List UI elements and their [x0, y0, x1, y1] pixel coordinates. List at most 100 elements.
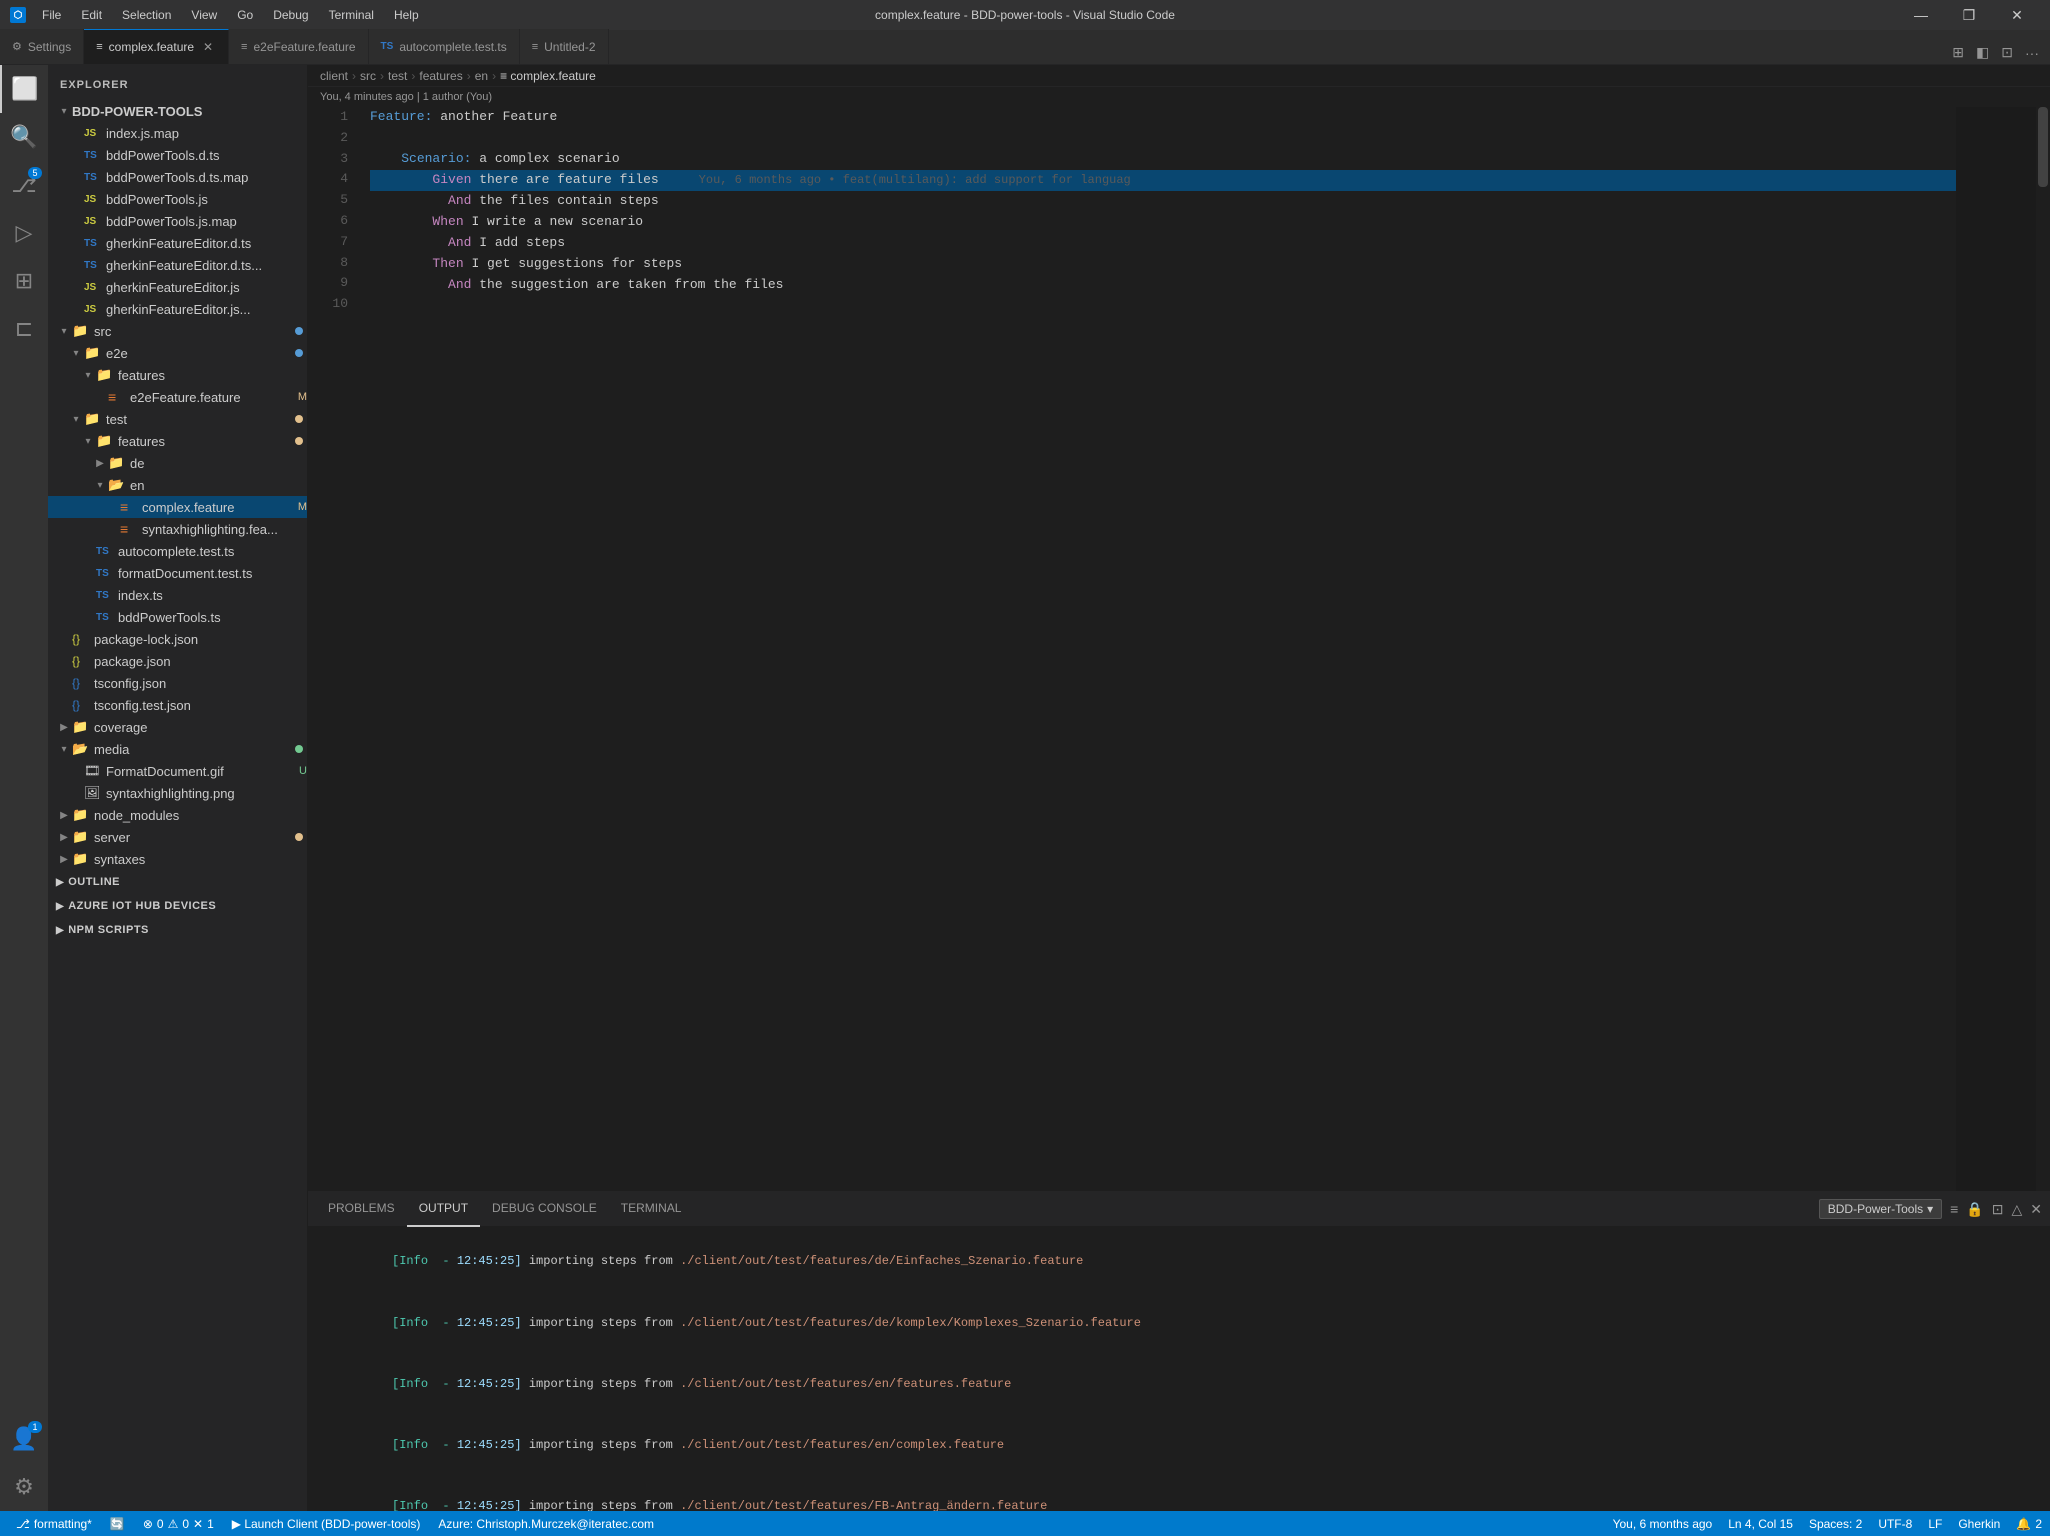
breadcrumb-test[interactable]: test — [388, 69, 407, 83]
panel-tab-problems[interactable]: PROBLEMS — [316, 1192, 407, 1227]
sidebar-content[interactable]: ▾ BDD-POWER-TOOLS JS index.js.map TS bdd… — [48, 100, 307, 1511]
customize-layout-icon[interactable]: ⊡ — [1998, 41, 2016, 64]
maximize-button[interactable]: ❐ — [1946, 0, 1992, 30]
sidebar-item-syntaxes[interactable]: ▶ 📁 syntaxes — [48, 848, 307, 870]
status-errors[interactable]: ⊗ 0 ⚠ 0 ✕ 1 — [135, 1511, 222, 1536]
sidebar-item-de[interactable]: ▶ 📁 de — [48, 452, 307, 474]
list-item[interactable]: JS gherkinFeatureEditor.js — [48, 276, 307, 298]
sidebar-item-test[interactable]: ▾ 📁 test — [48, 408, 307, 430]
activity-remote[interactable]: ⊏ — [0, 305, 48, 353]
panel-tab-terminal[interactable]: TERMINAL — [609, 1192, 694, 1227]
close-panel-icon[interactable]: ✕ — [2030, 1201, 2042, 1218]
sidebar-item-coverage[interactable]: ▶ 📁 coverage — [48, 716, 307, 738]
sidebar-item-package-lock[interactable]: {} package-lock.json — [48, 628, 307, 650]
sidebar-item-tsconfig-test[interactable]: {} tsconfig.test.json — [48, 694, 307, 716]
breadcrumb-features[interactable]: features — [419, 69, 462, 83]
section-outline[interactable]: ▶ OUTLINE — [48, 870, 307, 894]
sidebar-item-features-test[interactable]: ▾ 📁 features — [48, 430, 307, 452]
status-git-blame[interactable]: You, 6 months ago — [1605, 1511, 1721, 1536]
list-item[interactable]: JS bddPowerTools.js — [48, 188, 307, 210]
panel-tab-output[interactable]: OUTPUT — [407, 1192, 480, 1227]
tab-settings[interactable]: ⚙ Settings — [0, 29, 84, 64]
breadcrumb-src[interactable]: src — [360, 69, 376, 83]
activity-settings[interactable]: ⚙ — [0, 1463, 48, 1511]
maximize-panel-icon[interactable]: △ — [2011, 1201, 2022, 1218]
list-item[interactable]: TS gherkinFeatureEditor.d.ts... — [48, 254, 307, 276]
tab-e2e-feature[interactable]: ≡ e2eFeature.feature — [229, 29, 369, 64]
file-label: bddPowerTools.d.ts — [106, 148, 307, 163]
sidebar-item-server[interactable]: ▶ 📁 server — [48, 826, 307, 848]
clear-output-icon[interactable]: ≡ — [1950, 1201, 1958, 1217]
sidebar-item-media[interactable]: ▾ 📂 media — [48, 738, 307, 760]
activity-git[interactable]: ⎇ 5 — [0, 161, 48, 209]
status-eol[interactable]: LF — [1920, 1511, 1950, 1536]
sidebar-item-en[interactable]: ▾ 📂 en — [48, 474, 307, 496]
sidebar-item-tsconfig[interactable]: {} tsconfig.json — [48, 672, 307, 694]
editor-scrollbar-thumb[interactable] — [2038, 107, 2048, 187]
breadcrumb-client[interactable]: client — [320, 69, 348, 83]
split-editor-icon[interactable]: ⊞ — [1949, 41, 1967, 64]
list-item[interactable]: TS bddPowerTools.d.ts.map — [48, 166, 307, 188]
list-item[interactable]: JS index.js.map — [48, 122, 307, 144]
list-item[interactable]: JS gherkinFeatureEditor.js... — [48, 298, 307, 320]
menu-go[interactable]: Go — [229, 6, 261, 24]
activity-explorer[interactable]: ⬜ — [0, 65, 48, 113]
list-item[interactable]: TS gherkinFeatureEditor.d.ts — [48, 232, 307, 254]
menu-help[interactable]: Help — [386, 6, 427, 24]
sidebar-item-formatdocument-gif[interactable]: 🎞 FormatDocument.gif U — [48, 760, 307, 782]
sidebar-item-syntaxhighlighting-png[interactable]: 🖼 syntaxhighlighting.png — [48, 782, 307, 804]
section-npm-scripts[interactable]: ▶ NPM SCRIPTS — [48, 918, 307, 942]
sidebar-item-features-e2e[interactable]: ▾ 📁 features — [48, 364, 307, 386]
tab-close-button[interactable]: ✕ — [200, 39, 216, 55]
menu-file[interactable]: File — [34, 6, 69, 24]
sidebar-item-package-json[interactable]: {} package.json — [48, 650, 307, 672]
status-sync[interactable]: 🔄 — [102, 1511, 133, 1536]
sidebar-item-syntaxhighlighting[interactable]: ≡ syntaxhighlighting.fea... — [48, 518, 307, 540]
breadcrumb-en[interactable]: en — [475, 69, 488, 83]
panel-output-dropdown[interactable]: BDD-Power-Tools ▾ — [1819, 1199, 1942, 1219]
editor-scrollbar[interactable] — [2036, 107, 2050, 1191]
menu-selection[interactable]: Selection — [114, 6, 179, 24]
sidebar-item-node-modules[interactable]: ▶ 📁 node_modules — [48, 804, 307, 826]
toggle-primary-sidebar-icon[interactable]: ◧ — [1973, 41, 1992, 64]
status-language[interactable]: Gherkin — [1950, 1511, 2008, 1536]
tab-autocomplete[interactable]: TS autocomplete.test.ts — [369, 29, 520, 64]
code-editor[interactable]: Feature: another Feature Scenario: a com… — [358, 107, 1956, 1191]
sidebar-item-formatdocument[interactable]: TS formatDocument.test.ts — [48, 562, 307, 584]
menu-terminal[interactable]: Terminal — [321, 6, 382, 24]
lock-output-icon[interactable]: 🔒 — [1966, 1201, 1983, 1218]
menu-debug[interactable]: Debug — [265, 6, 316, 24]
status-launch[interactable]: ▶ Launch Client (BDD-power-tools) — [224, 1511, 429, 1536]
status-encoding[interactable]: UTF-8 — [1870, 1511, 1920, 1536]
section-azure-iot[interactable]: ▶ AZURE IOT HUB DEVICES — [48, 894, 307, 918]
minimize-button[interactable]: — — [1898, 0, 1944, 30]
close-button[interactable]: ✕ — [1994, 0, 2040, 30]
more-actions-icon[interactable]: ··· — [2022, 42, 2042, 64]
menu-view[interactable]: View — [183, 6, 225, 24]
status-azure[interactable]: Azure: Christoph.Murczek@iteratec.com — [430, 1511, 662, 1536]
sidebar-item-bddpowertools-ts[interactable]: TS bddPowerTools.ts — [48, 606, 307, 628]
sidebar-item-autocomplete[interactable]: TS autocomplete.test.ts — [48, 540, 307, 562]
sidebar-item-e2e[interactable]: ▾ 📁 e2e — [48, 342, 307, 364]
sidebar-item-src[interactable]: ▾ 📁 src — [48, 320, 307, 342]
editor-content[interactable]: 1 2 3 4 5 6 7 8 9 10 Feature: another Fe… — [308, 107, 2050, 1191]
tab-complex-feature[interactable]: ≡ complex.feature ✕ — [84, 29, 229, 64]
panel-tab-debug-console[interactable]: DEBUG CONSOLE — [480, 1192, 609, 1227]
sidebar-item-complex-feature[interactable]: ≡ complex.feature M — [48, 496, 307, 518]
status-spaces[interactable]: Spaces: 2 — [1801, 1511, 1870, 1536]
list-item[interactable]: JS bddPowerTools.js.map — [48, 210, 307, 232]
status-cursor[interactable]: Ln 4, Col 15 — [1720, 1511, 1801, 1536]
status-branch[interactable]: ⎇ formatting* — [8, 1511, 100, 1536]
activity-extensions[interactable]: ⊞ — [0, 257, 48, 305]
sidebar-item-e2efeature[interactable]: ≡ e2eFeature.feature M — [48, 386, 307, 408]
sidebar-item-index-ts[interactable]: TS index.ts — [48, 584, 307, 606]
open-output-icon[interactable]: ⊡ — [1992, 1201, 2004, 1218]
status-notifications[interactable]: 🔔 2 — [2008, 1511, 2050, 1536]
activity-debug[interactable]: ▷ — [0, 209, 48, 257]
menu-edit[interactable]: Edit — [73, 6, 110, 24]
sidebar-item-project-root[interactable]: ▾ BDD-POWER-TOOLS — [48, 100, 307, 122]
tab-untitled[interactable]: ≡ Untitled-2 — [520, 29, 609, 64]
list-item[interactable]: TS bddPowerTools.d.ts — [48, 144, 307, 166]
activity-accounts[interactable]: 👤 1 — [0, 1415, 48, 1463]
activity-search[interactable]: 🔍 — [0, 113, 48, 161]
